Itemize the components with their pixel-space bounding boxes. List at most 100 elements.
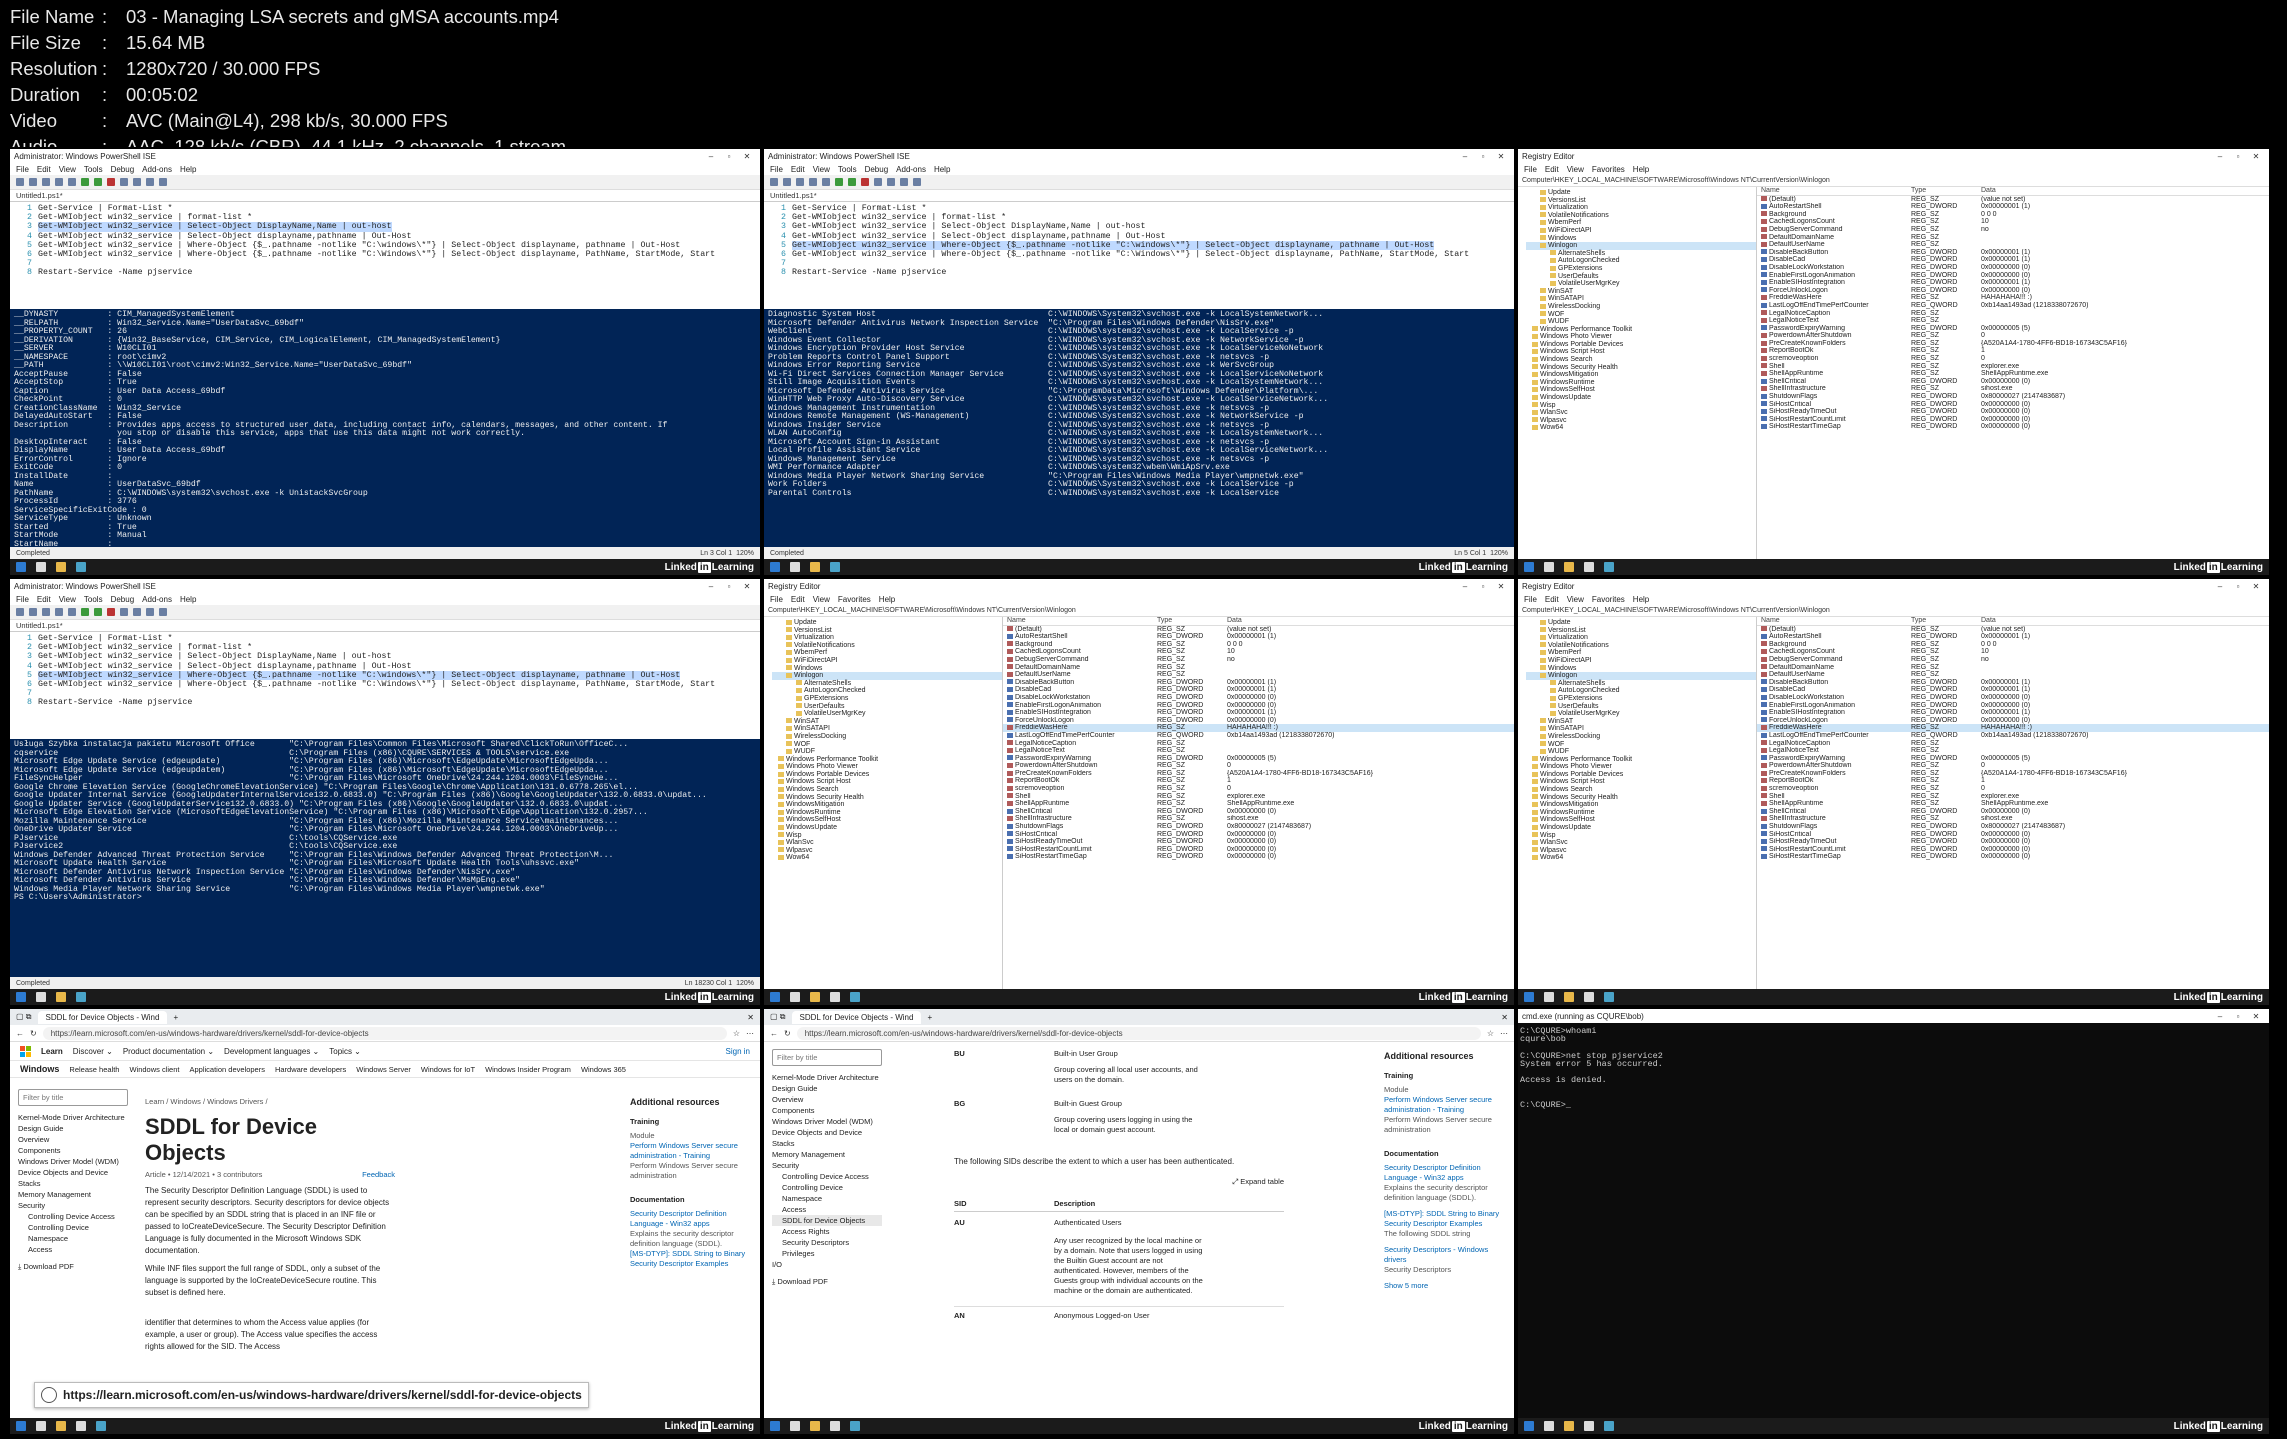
tree-key[interactable]: Windows — [1526, 665, 1756, 673]
close-button[interactable]: ✕ — [1492, 152, 1510, 161]
tree-key[interactable]: Update — [1526, 189, 1756, 197]
edge-icon[interactable] — [850, 1421, 860, 1431]
nav-item[interactable]: Discover ⌄ — [73, 1047, 113, 1056]
registry-value-row[interactable]: AutoRestartShell REG_DWORD 0x00000001 (1) — [1757, 203, 2269, 211]
tree-key[interactable]: WUDF — [772, 748, 1002, 756]
toc-item[interactable]: Design Guide — [772, 1083, 882, 1094]
menu-item[interactable]: File — [1524, 165, 1537, 174]
doc-link-1[interactable]: Security Descriptor Definition Language … — [630, 1209, 750, 1229]
explorer-icon[interactable] — [810, 1421, 820, 1431]
sign-in-link[interactable]: Sign in — [726, 1047, 750, 1056]
subnav-item[interactable]: Windows Server — [356, 1065, 411, 1074]
code-line[interactable]: 4 Get-WMIobject win32_service | Select-Ob… — [10, 662, 760, 671]
toc-item[interactable]: Device Objects and Device Stacks — [18, 1167, 128, 1189]
registry-value-row[interactable]: SiHostRestartCountLimit REG_DWORD 0x000000… — [1003, 846, 1514, 854]
toc-item[interactable]: Memory Management — [18, 1189, 128, 1200]
registry-value-row[interactable]: ShellInfrastructure REG_SZ sihost.exe — [1757, 385, 2269, 393]
tree-key[interactable]: Winlogon — [1526, 242, 1756, 250]
tree-key[interactable]: WinSAT — [1526, 718, 1756, 726]
toc-item[interactable]: Controlling Device Access — [772, 1171, 882, 1182]
tree-key[interactable]: UserDefaults — [1526, 273, 1756, 281]
explorer-icon[interactable] — [810, 562, 820, 572]
registry-value-row[interactable]: DisableCad REG_DWORD 0x00000001 (1) — [1757, 256, 2269, 264]
explorer-icon[interactable] — [1564, 562, 1574, 572]
menu-item[interactable]: File — [16, 595, 29, 604]
explorer-icon[interactable] — [1564, 992, 1574, 1002]
registry-value-row[interactable]: DisableLockWorkstation REG_DWORD 0x0000000… — [1003, 694, 1514, 702]
tree-key[interactable]: WinSATAPI — [1526, 295, 1756, 303]
toc-item[interactable]: Controlling Device Namespace — [772, 1182, 882, 1204]
tree-key[interactable]: GPExtensions — [772, 695, 1002, 703]
refresh-icon[interactable]: ↻ — [30, 1029, 37, 1038]
tree-key[interactable]: Windows Security Health — [1526, 794, 1756, 802]
registry-value-row[interactable]: ShellCritical REG_DWORD 0x00000000 (0) — [1757, 378, 2269, 386]
menu-item[interactable]: Edit — [1545, 165, 1559, 174]
menu-item[interactable]: View — [813, 165, 830, 174]
tree-key[interactable]: Wow64 — [1526, 424, 1756, 432]
registry-value-row[interactable]: ShellInfrastructure REG_SZ sihost.exe — [1003, 815, 1514, 823]
subnav-item[interactable]: Windows Insider Program — [485, 1065, 571, 1074]
column-header-type[interactable]: Type — [1157, 617, 1227, 625]
registry-value-row[interactable]: scremoveoption REG_SZ 0 — [1003, 785, 1514, 793]
menu-item[interactable]: Tools — [84, 165, 103, 174]
toc-item[interactable]: I/O — [772, 1259, 882, 1270]
registry-value-row[interactable]: Background REG_SZ 0 0 0 — [1757, 641, 2269, 649]
tree-key[interactable]: AutoLogonChecked — [1526, 687, 1756, 695]
tree-key[interactable]: Windows Photo Viewer — [1526, 333, 1756, 341]
minimize-button[interactable]: – — [2211, 1012, 2229, 1021]
settings-icon[interactable]: ⋯ — [1500, 1029, 1508, 1038]
settings-icon[interactable]: ⋯ — [746, 1029, 754, 1038]
registry-value-row[interactable]: ShutdownFlags REG_DWORD 0x80000027 (214748… — [1757, 823, 2269, 831]
maximize-button[interactable]: ▫ — [2229, 152, 2247, 161]
tree-key[interactable]: WUDF — [1526, 318, 1756, 326]
tree-key[interactable]: WindowsRuntime — [772, 809, 1002, 817]
menu-item[interactable]: View — [1567, 595, 1584, 604]
registry-value-row[interactable]: DisableBackButton REG_DWORD 0x00000001 (1) — [1003, 679, 1514, 687]
tree-key[interactable]: Windows Performance Toolkit — [1526, 326, 1756, 334]
tree-key[interactable]: WlanSvc — [1526, 409, 1756, 417]
close-button[interactable]: ✕ — [2247, 1012, 2265, 1021]
menu-item[interactable]: Help — [1633, 165, 1649, 174]
menu-item[interactable]: Favorites — [838, 595, 871, 604]
registry-value-row[interactable]: SiHostRestartTimeGap REG_DWORD 0x00000000 … — [1003, 853, 1514, 861]
tree-key[interactable]: Update — [772, 619, 1002, 627]
tree-key[interactable]: WindowsMitigation — [772, 801, 1002, 809]
registry-value-row[interactable]: LegalNoticeCaption REG_SZ — [1003, 740, 1514, 748]
tree-key[interactable]: WiFiDirectAPI — [1526, 657, 1756, 665]
registry-value-row[interactable]: ShutdownFlags REG_DWORD 0x80000027 (214748… — [1003, 823, 1514, 831]
tree-key[interactable]: AlternateShells — [1526, 250, 1756, 258]
registry-value-row[interactable]: DefaultUserName REG_SZ — [1003, 671, 1514, 679]
code-line[interactable]: 8 Restart-Service -Name pjservice — [10, 698, 760, 707]
registry-value-row[interactable]: DisableLockWorkstation REG_DWORD 0x0000000… — [1757, 264, 2269, 272]
menu-item[interactable]: Edit — [1545, 595, 1559, 604]
taskview-icon[interactable] — [1544, 1421, 1554, 1431]
toc-item[interactable]: Access — [772, 1204, 882, 1215]
subnav-item[interactable]: Windows 365 — [581, 1065, 626, 1074]
registry-value-row[interactable]: PreCreateKnownFolders REG_SZ {A520A1A4-178… — [1757, 340, 2269, 348]
registry-value-row[interactable]: SiHostRestartTimeGap REG_DWORD 0x00000000 … — [1757, 853, 2269, 861]
registry-value-row[interactable]: scremoveoption REG_SZ 0 — [1757, 785, 2269, 793]
registry-value-row[interactable]: Shell REG_SZ explorer.exe — [1757, 793, 2269, 801]
toc-item[interactable]: Windows Driver Model (WDM) — [772, 1116, 882, 1127]
registry-value-row[interactable]: SiHostReadyTimeOut REG_DWORD 0x00000000 (0… — [1757, 838, 2269, 846]
tree-key[interactable]: Virtualization — [772, 634, 1002, 642]
tree-key[interactable]: VolatileNotifications — [1526, 212, 1756, 220]
favorite-icon[interactable]: ☆ — [1487, 1029, 1494, 1038]
tree-key[interactable]: VolatileUserMgrKey — [1526, 710, 1756, 718]
registry-value-row[interactable]: SiHostCritical REG_DWORD 0x00000000 (0) — [1003, 831, 1514, 839]
registry-value-row[interactable]: ForceUnlockLogon REG_DWORD 0x00000000 (0) — [1757, 717, 2269, 725]
tree-key[interactable]: Windows — [772, 665, 1002, 673]
menu-item[interactable]: File — [770, 595, 783, 604]
code-line[interactable]: 1 Get-Service | Format-List * — [764, 204, 1514, 213]
tree-key[interactable]: Wlpasvc — [1526, 417, 1756, 425]
tree-key[interactable]: WirelessDocking — [1526, 303, 1756, 311]
tree-key[interactable]: Virtualization — [1526, 634, 1756, 642]
tree-key[interactable]: Wow64 — [1526, 854, 1756, 862]
registry-value-row[interactable]: SiHostCritical REG_DWORD 0x00000000 (0) — [1757, 401, 2269, 409]
tree-key[interactable]: WOF — [1526, 311, 1756, 319]
column-header-name[interactable]: Name — [1003, 617, 1157, 625]
explorer-icon[interactable] — [810, 992, 820, 1002]
nav-item[interactable]: Development languages ⌄ — [224, 1047, 319, 1056]
tree-key[interactable]: WinSATAPI — [772, 725, 1002, 733]
explorer-icon[interactable] — [56, 1421, 66, 1431]
